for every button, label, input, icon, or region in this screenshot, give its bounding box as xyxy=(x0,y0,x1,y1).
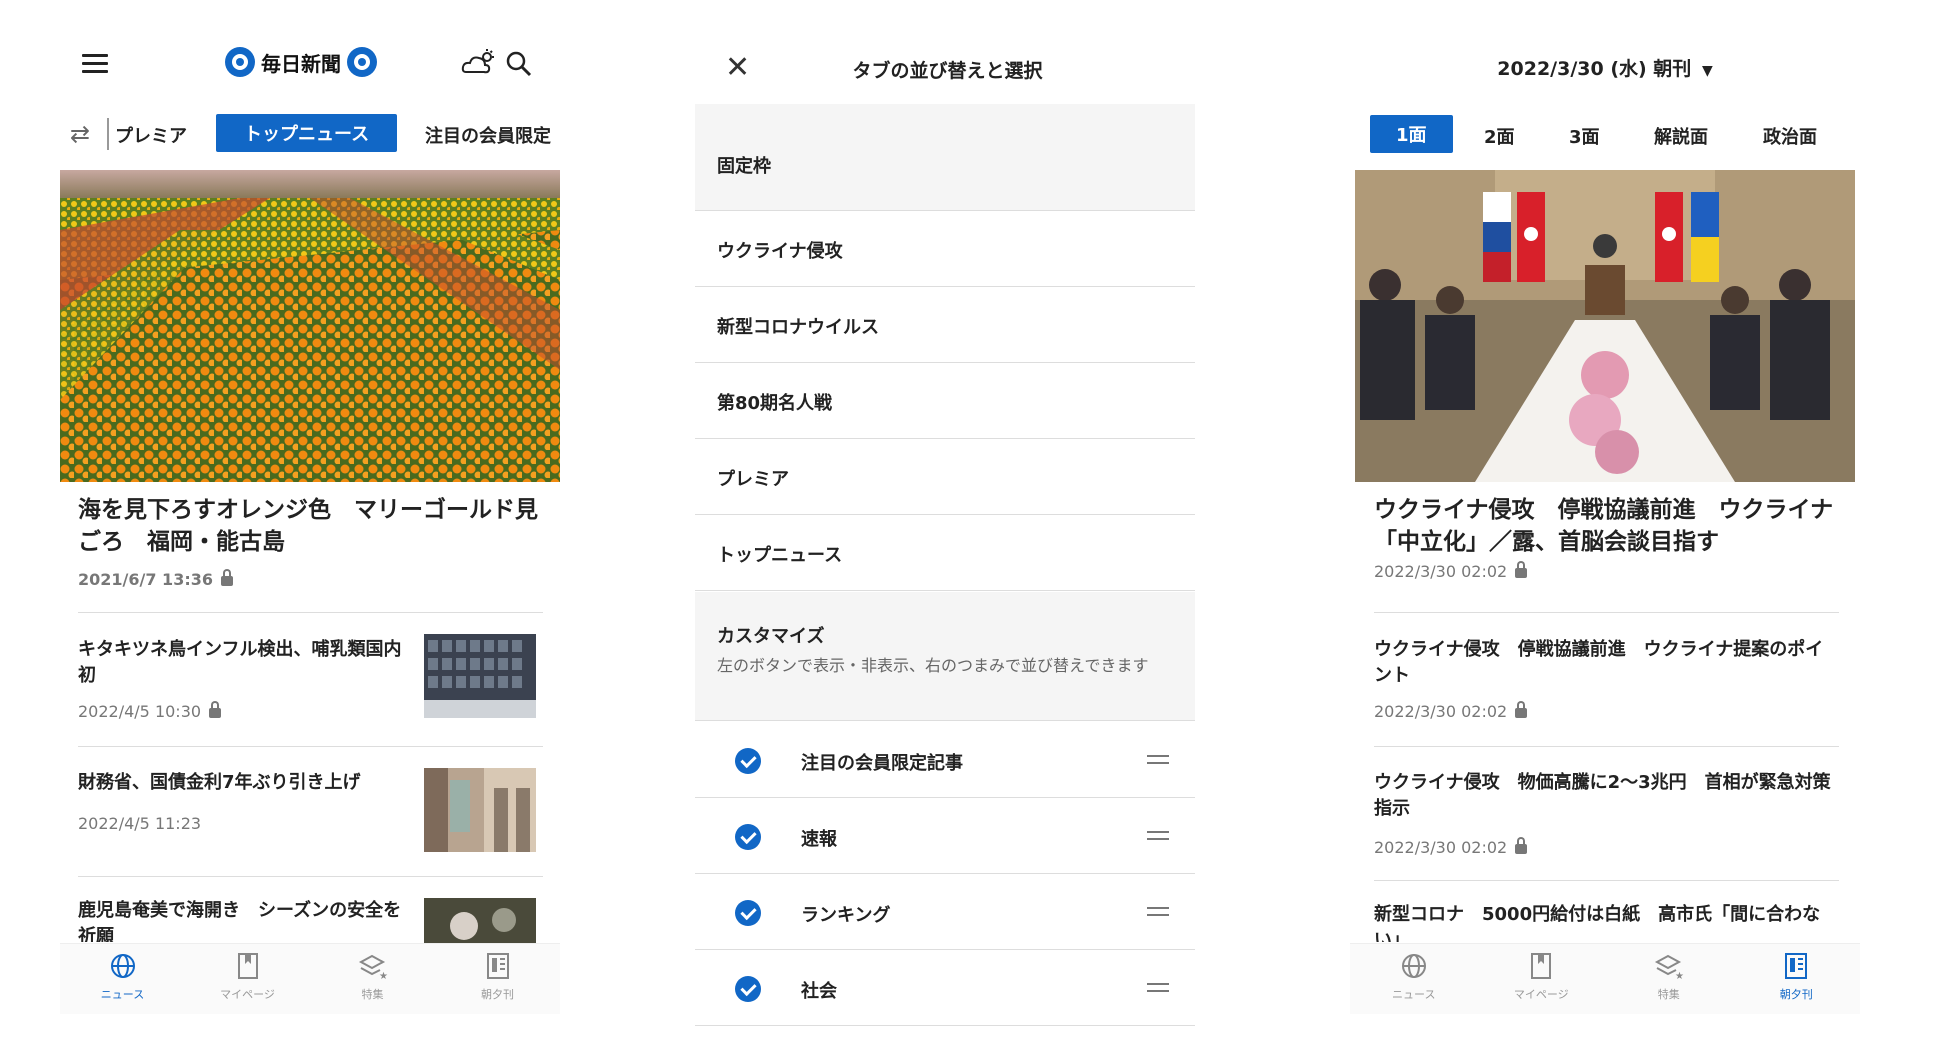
customize-section-header: カスタマイズ 左のボタンで表示・非表示、右のつまみで並び替えできます xyxy=(695,592,1195,721)
nav-news[interactable]: ニュース xyxy=(1350,944,1478,1014)
tab-settings-screen: ✕ タブの並び替えと選択 固定枠 ウクライナ侵攻 新型コロナウイルス 第80期名… xyxy=(695,0,1200,1060)
headline-title: 海を見下ろすオレンジ色 マリーゴールド見ごろ 福岡・能古島 xyxy=(78,497,538,555)
caret-down-icon: ▼ xyxy=(1701,63,1713,79)
menu-icon[interactable] xyxy=(82,54,108,74)
list-item-title: 財務省、国債金利7年ぶり引き上げ xyxy=(78,772,361,793)
list-item-date: 2022/3/30 02:02 xyxy=(1374,702,1508,721)
visibility-checkbox[interactable] xyxy=(735,748,761,774)
list-item-date: 2022/4/5 11:23 xyxy=(78,814,202,833)
layers-star-icon: ★ xyxy=(1605,952,1733,984)
divider xyxy=(1374,612,1839,613)
drag-handle-icon[interactable] xyxy=(1147,983,1169,997)
fixed-tab-item: プレミア xyxy=(695,439,1195,515)
headline-date: 2021/6/7 13:36 xyxy=(78,570,213,589)
logo-eye-icon xyxy=(225,47,255,77)
divider xyxy=(78,746,543,747)
divider xyxy=(1374,746,1839,747)
list-item-title: 新型コロナ 5000円給付は白紙 高市氏「間に合わない」 xyxy=(1374,904,1821,942)
fixed-tab-item: 新型コロナウイルス xyxy=(695,287,1195,363)
globe-icon xyxy=(60,952,185,984)
search-icon[interactable] xyxy=(505,50,533,78)
page-title: タブの並び替えと選択 xyxy=(852,60,1043,82)
nav-feature[interactable]: ★ 特集 xyxy=(1605,944,1733,1014)
tab-page-1[interactable]: 1面 xyxy=(1370,115,1453,153)
tab-politics[interactable]: 政治面 xyxy=(1763,123,1817,149)
news-top-screen: 毎日新聞 ⇄ プレミア トップニュース 注目の会員限定 海を見下ろすオレンジ色 … xyxy=(60,0,560,1060)
divider xyxy=(1374,880,1839,881)
nav-news[interactable]: ニュース xyxy=(60,944,185,1014)
layers-star-icon: ★ xyxy=(310,952,435,984)
lock-icon xyxy=(209,701,222,718)
lock-icon xyxy=(1515,837,1528,854)
fixed-tab-item: トップニュース xyxy=(695,515,1195,591)
category-tabs: ⇄ プレミア トップニュース 注目の会員限定 xyxy=(60,112,560,158)
globe-icon xyxy=(1350,952,1478,984)
lock-icon xyxy=(1515,561,1528,578)
custom-tab-item: 社会 xyxy=(695,950,1195,1026)
mainichi-logo: 毎日新聞 xyxy=(225,44,377,80)
visibility-checkbox[interactable] xyxy=(735,824,761,850)
list-item-date: 2022/4/5 10:30 xyxy=(78,702,202,721)
custom-tab-item: 速報 xyxy=(695,798,1195,874)
thumbnail-building xyxy=(424,634,536,718)
divider xyxy=(78,876,543,877)
fixed-tab-item: 第80期名人戦 xyxy=(695,363,1195,439)
fixed-tab-item: ウクライナ侵攻 xyxy=(695,211,1195,287)
visibility-checkbox[interactable] xyxy=(735,900,761,926)
list-item-title: キタキツネ鳥インフル検出、哺乳類国内初 xyxy=(78,639,402,686)
tab-top-news[interactable]: トップニュース xyxy=(216,114,398,152)
nav-feature[interactable]: ★ 特集 xyxy=(310,944,435,1014)
nav-paper[interactable]: 朝夕刊 xyxy=(435,944,560,1014)
custom-tab-item: ランキング xyxy=(695,874,1195,950)
tab-commentary[interactable]: 解説面 xyxy=(1654,123,1708,149)
newspaper-icon xyxy=(1733,952,1861,984)
weather-icon[interactable] xyxy=(460,48,496,85)
hero-image-peace-talks[interactable] xyxy=(1355,170,1855,482)
headline-date: 2022/3/30 02:02 xyxy=(1374,562,1508,581)
thumbnail-people xyxy=(424,898,536,943)
nav-mypage[interactable]: マイページ xyxy=(185,944,310,1014)
edition-date-selector[interactable]: 2022/3/30 (水) 朝刊 ▼ xyxy=(1350,54,1860,81)
newspaper-icon xyxy=(435,952,560,984)
drag-handle-icon[interactable] xyxy=(1147,831,1169,845)
list-item-title: ウクライナ侵攻 物価高騰に2〜3兆円 首相が緊急対策指示 xyxy=(1374,772,1831,819)
drag-handle-icon[interactable] xyxy=(1147,907,1169,921)
bottom-navigation: ニュース マイページ ★ 特集 朝夕刊 xyxy=(1350,943,1860,1014)
divider xyxy=(78,612,543,613)
headline-article[interactable]: ウクライナ侵攻 停戦協議前進 ウクライナ「中立化」／露、首脳会談目指す 2022… xyxy=(1374,494,1834,581)
list-item-title: 鹿児島奄美で海開き シーズンの安全を祈願 xyxy=(78,900,402,942)
svg-text:★: ★ xyxy=(379,971,388,980)
divider xyxy=(107,118,109,150)
tab-members-only[interactable]: 注目の会員限定 xyxy=(425,122,551,148)
lock-icon xyxy=(1515,701,1528,718)
customize-description: 左のボタンで表示・非表示、右のつまみで並び替えできます xyxy=(717,656,1149,675)
headline-title: ウクライナ侵攻 停戦協議前進 ウクライナ「中立化」／露、首脳会談目指す xyxy=(1374,497,1834,555)
custom-tab-item: 注目の会員限定記事 xyxy=(695,722,1195,798)
visibility-checkbox[interactable] xyxy=(735,976,761,1002)
drag-handle-icon[interactable] xyxy=(1147,755,1169,769)
svg-text:★: ★ xyxy=(1675,971,1684,980)
reorder-tabs-icon[interactable]: ⇄ xyxy=(70,120,90,148)
lock-icon xyxy=(220,569,233,586)
nav-paper[interactable]: 朝夕刊 xyxy=(1733,944,1861,1014)
thumbnail-ministry-sign xyxy=(424,768,536,852)
bookmark-page-icon xyxy=(1478,952,1606,984)
tab-premier[interactable]: プレミア xyxy=(115,122,187,148)
nav-mypage[interactable]: マイページ xyxy=(1478,944,1606,1014)
headline-article[interactable]: 海を見下ろすオレンジ色 マリーゴールド見ごろ 福岡・能古島 2021/6/7 1… xyxy=(78,494,538,596)
list-item-date: 2022/3/30 02:02 xyxy=(1374,838,1508,857)
morning-paper-screen: 2022/3/30 (水) 朝刊 ▼ 1面 2面 3面 解説面 政治面 ウクライ… xyxy=(1350,0,1860,1060)
tab-page-3[interactable]: 3面 xyxy=(1569,123,1600,149)
bottom-navigation: ニュース マイページ ★ 特集 朝夕刊 xyxy=(60,943,560,1014)
logo-eye-icon xyxy=(347,47,377,77)
list-item-title: ウクライナ侵攻 停戦協議前進 ウクライナ提案のポイント xyxy=(1374,639,1824,686)
hero-image-marigold-field[interactable] xyxy=(60,170,560,482)
app-header: 毎日新聞 xyxy=(60,28,560,98)
fixed-section-header: 固定枠 xyxy=(695,104,1195,211)
bookmark-page-icon xyxy=(185,952,310,984)
tab-page-2[interactable]: 2面 xyxy=(1484,123,1515,149)
